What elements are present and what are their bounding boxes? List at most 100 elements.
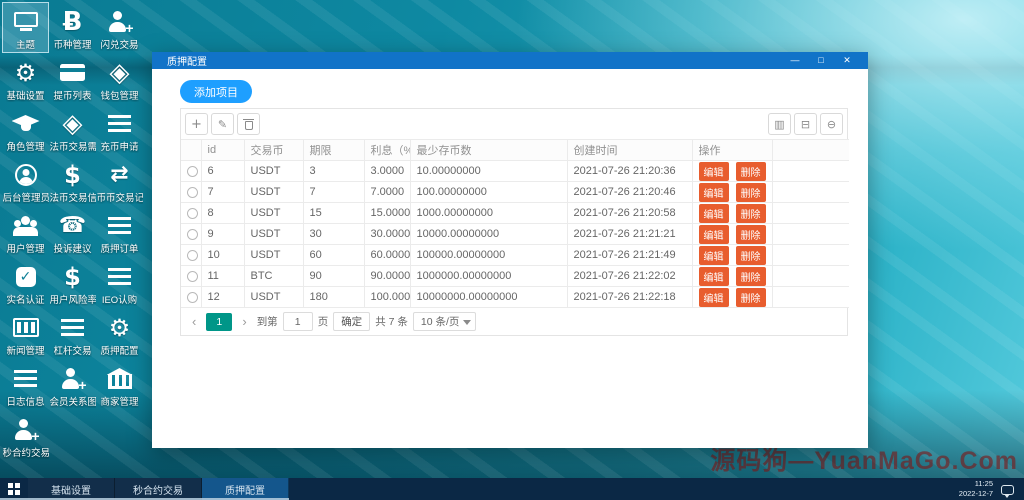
edit-button[interactable]: 编辑 <box>698 161 729 181</box>
desktop-icon-label: 法币交易需 <box>49 142 96 153</box>
edit-button[interactable]: 编辑 <box>698 245 729 265</box>
cell-coin: USDT <box>244 286 304 308</box>
desktop-icon[interactable]: ⇄ 币币交易记 <box>96 155 143 206</box>
card-view-button[interactable]: ▥ <box>768 113 791 135</box>
edit-button[interactable]: 编辑 <box>698 182 729 202</box>
chevron-down-icon <box>463 320 472 325</box>
cell-filler <box>772 265 849 287</box>
cell-min-deposit: 100.00000000 <box>410 181 568 203</box>
desktop-icon[interactable]: 后台管理员 <box>2 155 49 206</box>
print-button[interactable]: ⊟ <box>794 113 817 135</box>
cell-interest: 60.0000 <box>364 244 411 266</box>
window-title: 质押配置 <box>167 57 207 68</box>
collapse-icon: ⊖ <box>826 117 837 131</box>
row-radio-button[interactable] <box>187 207 198 219</box>
start-button[interactable] <box>0 478 28 500</box>
desktop-icon[interactable]: ☎ 投诉建议 <box>49 206 96 257</box>
desktop-icon[interactable]: ⚙ 质押配置 <box>96 308 143 359</box>
pencil-button[interactable]: ✎ <box>211 113 234 135</box>
swap-arrows-icon: ⇄ <box>110 161 129 187</box>
delete-button[interactable]: 删除 <box>735 182 766 202</box>
delete-button[interactable]: 删除 <box>735 203 766 223</box>
confirm-jump-button[interactable]: 确定 <box>333 312 371 331</box>
minimize-button[interactable]: — <box>782 52 808 69</box>
trash-button[interactable] <box>237 113 260 135</box>
close-button[interactable]: ✕ <box>834 52 860 69</box>
desktop-icon[interactable]: Ƀ 币种管理 <box>49 2 96 53</box>
cell-created-at: 2021-07-26 21:20:36 <box>567 160 693 182</box>
row-radio-button[interactable] <box>187 165 198 177</box>
page-number-button[interactable]: 1 <box>206 312 233 331</box>
toolbar-right-group: ▥ ⊟ ⊖ <box>768 113 843 135</box>
desktop-icon[interactable]: 主题 <box>2 2 49 53</box>
desktop-icon[interactable]: 质押订单 <box>96 206 143 257</box>
desktop-icon-label: 后台管理员 <box>2 193 49 204</box>
row-radio-button[interactable] <box>187 228 198 240</box>
desktop-icon[interactable]: 新闻管理 <box>2 308 49 359</box>
desktop-icon[interactable]: ◈ 钱包管理 <box>96 53 143 104</box>
delete-button[interactable]: 删除 <box>735 224 766 244</box>
edit-button[interactable]: 编辑 <box>698 224 729 244</box>
desktop-icon[interactable]: $ 用户风险率 <box>49 257 96 308</box>
row-radio-button[interactable] <box>187 291 198 303</box>
delete-button[interactable]: 删除 <box>735 287 766 307</box>
per-page-value: 10 条/页 <box>420 316 460 328</box>
desktop-icon[interactable]: ◈ 法币交易需 <box>49 104 96 155</box>
dollar-icon: $ <box>64 160 81 189</box>
cell-id: 10 <box>201 244 245 266</box>
desktop-icon[interactable]: 杠杆交易 <box>49 308 96 359</box>
desktop-icon[interactable]: 商家管理 <box>96 359 143 410</box>
taskbar-clock[interactable]: 11:25 2022-12-7 <box>959 479 993 499</box>
maximize-button[interactable]: □ <box>808 52 834 69</box>
notification-button[interactable] <box>1001 482 1016 498</box>
desktop-icon-label: 币币交易记 <box>96 193 143 204</box>
row-radio-button[interactable] <box>187 249 198 261</box>
next-page-button[interactable]: › <box>237 313 251 331</box>
data-table: id交易币期限利息（%）最少存币数创建时间操作 6 USDT 3 3.0000 … <box>181 139 849 308</box>
window-titlebar[interactable]: 质押配置 — □ ✕ <box>152 52 868 69</box>
desktop-icon[interactable]: ⚙ 基础设置 <box>2 53 49 104</box>
collapse-button[interactable]: ⊖ <box>820 113 843 135</box>
list-icon <box>108 212 131 239</box>
column-header: id <box>201 139 245 161</box>
user-plus-icon: + <box>14 416 40 443</box>
desktop-icon-label: 充币申请 <box>100 142 139 153</box>
desktop-icon[interactable]: 实名认证 <box>2 257 49 308</box>
edit-button[interactable]: 编辑 <box>698 266 729 286</box>
edit-button[interactable]: 编辑 <box>698 203 729 223</box>
taskbar-item[interactable]: 质押配置 <box>202 478 289 500</box>
desktop-icon[interactable]: $ 法币交易信 <box>49 155 96 206</box>
cell-term: 30 <box>303 223 365 245</box>
desktop-icon-label: 主题 <box>15 40 35 51</box>
plus-button[interactable]: + <box>185 113 208 135</box>
row-radio-button[interactable] <box>187 270 198 282</box>
desktop-icon[interactable]: IEO认购 <box>96 257 143 308</box>
desktop-icon[interactable]: 用户管理 <box>2 206 49 257</box>
list-icon <box>14 365 37 392</box>
add-item-button[interactable]: 添加项目 <box>180 80 252 103</box>
cell-id: 7 <box>201 181 245 203</box>
desktop-icon[interactable]: 充币申请 <box>96 104 143 155</box>
edit-button[interactable]: 编辑 <box>698 287 729 307</box>
desktop-icon-label: 法币交易信 <box>49 193 96 204</box>
row-radio-button[interactable] <box>187 186 198 198</box>
desktop-icon[interactable]: + 闪兑交易 <box>96 2 143 53</box>
desktop-icon[interactable]: 提币列表 <box>49 53 96 104</box>
taskbar-item[interactable]: 基础设置 <box>28 478 115 500</box>
desktop-icon[interactable]: + 会员关系图 <box>49 359 96 410</box>
column-header-empty <box>181 139 202 161</box>
desktop-icon[interactable]: + 秒合约交易 <box>2 410 49 461</box>
desktop-icon[interactable]: 日志信息 <box>2 359 49 410</box>
user-plus-icon: + <box>108 8 134 35</box>
taskbar-item[interactable]: 秒合约交易 <box>115 478 202 500</box>
wallet-diamond-icon: ◈ <box>62 108 83 139</box>
delete-button[interactable]: 删除 <box>735 245 766 265</box>
cell-interest: 15.0000 <box>364 202 411 224</box>
delete-button[interactable]: 删除 <box>735 266 766 286</box>
delete-button[interactable]: 删除 <box>735 161 766 181</box>
cell-coin: BTC <box>244 265 304 287</box>
per-page-select[interactable]: 10 条/页 <box>412 312 477 331</box>
jump-page-input[interactable] <box>282 312 313 331</box>
desktop-icon[interactable]: 角色管理 <box>2 104 49 155</box>
prev-page-button[interactable]: ‹ <box>187 313 201 331</box>
